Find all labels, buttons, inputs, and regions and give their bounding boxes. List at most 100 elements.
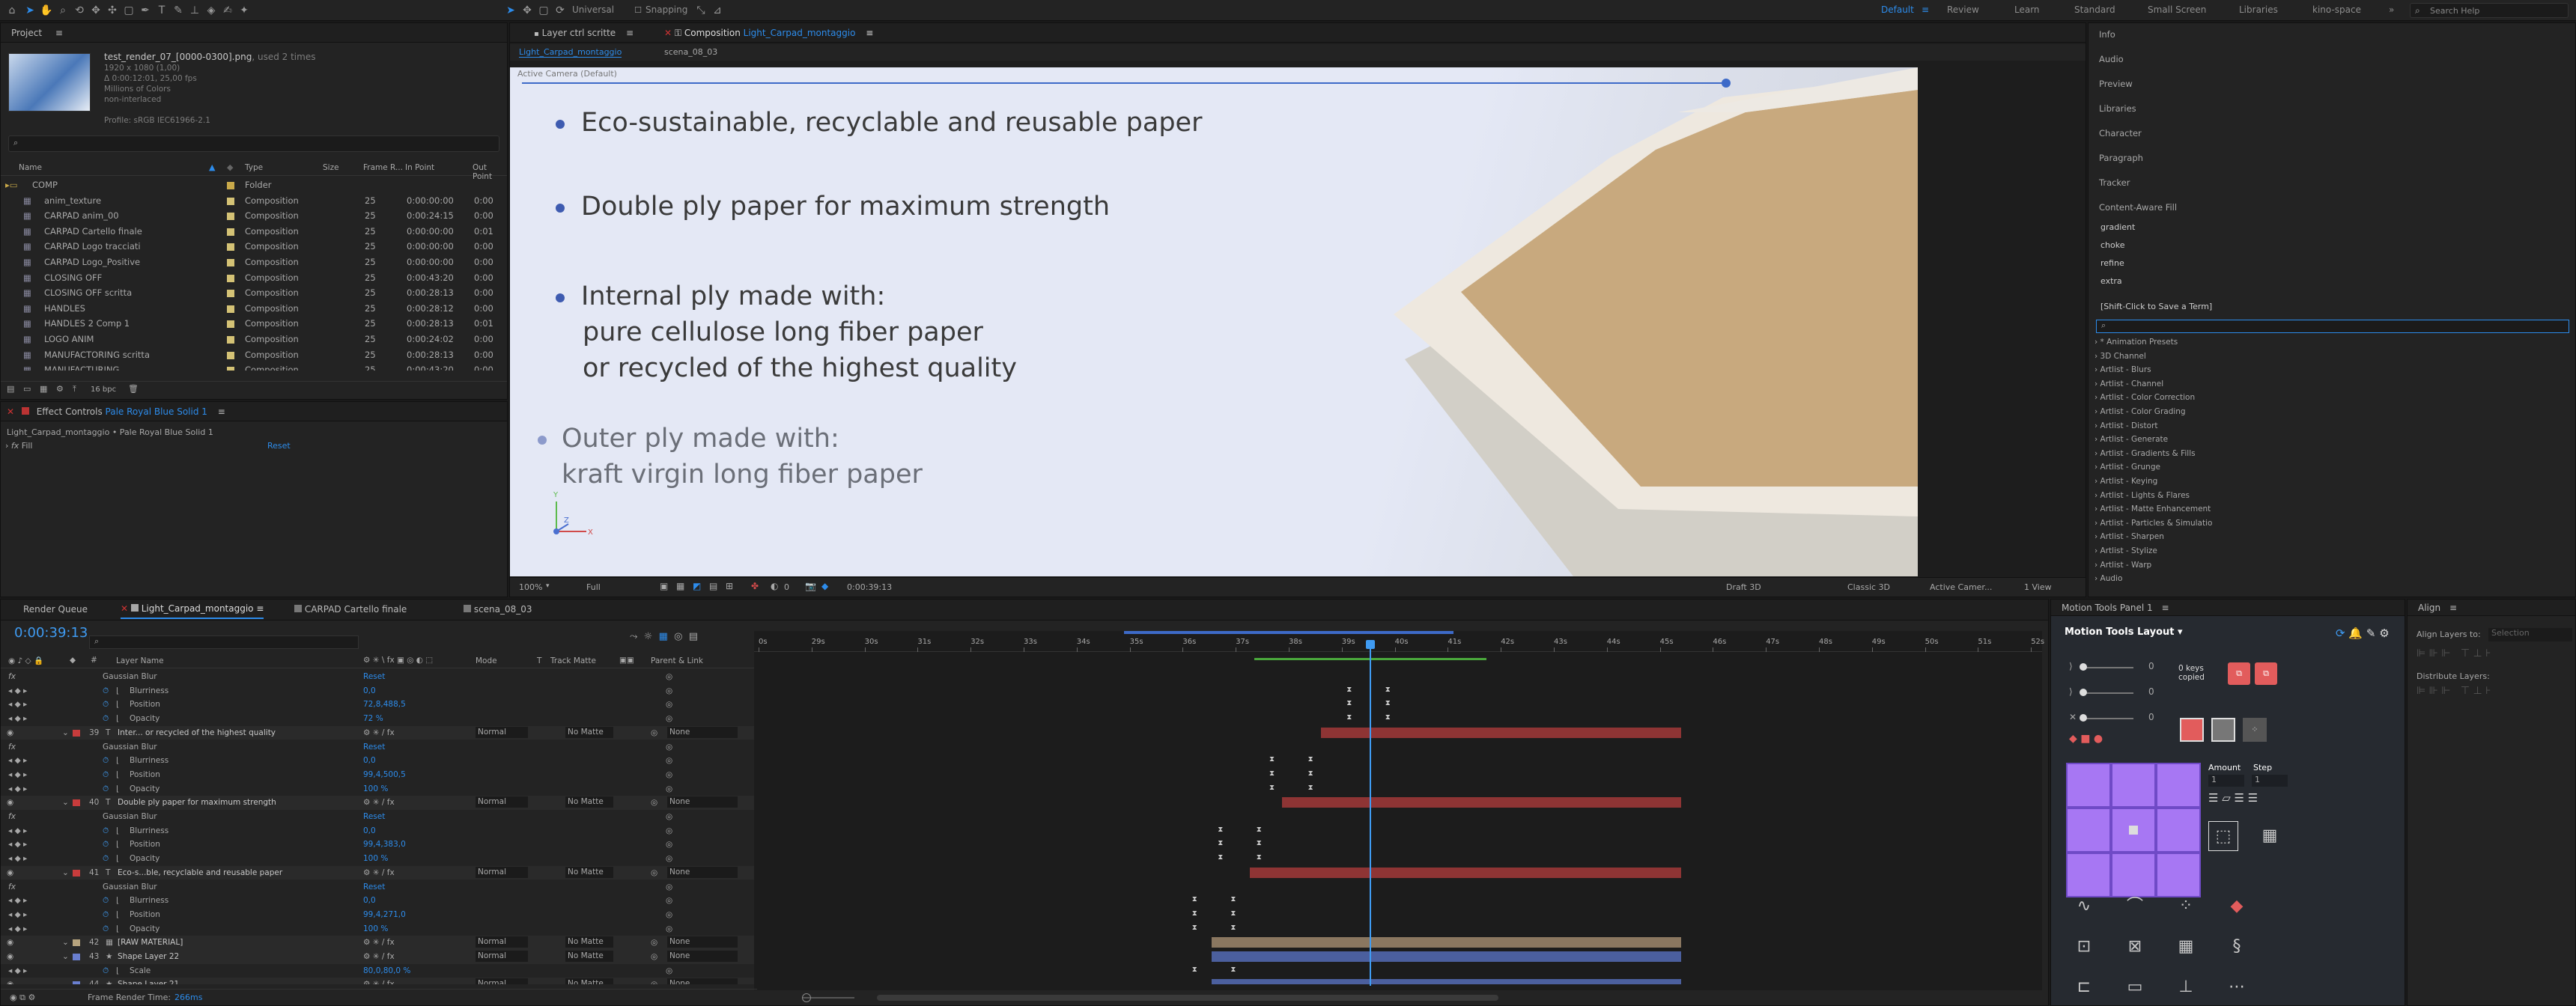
viewer-timecode[interactable]: 0:00:39:13 (847, 582, 892, 592)
bounce-icon[interactable]: ⌒ (2115, 891, 2154, 921)
workspace-default[interactable]: Default (1881, 4, 1914, 15)
work-area-bar[interactable] (1124, 631, 1453, 634)
layer-row[interactable]: ◉ ⌄ 44 ★ Shape Layer 21 ⚙ ✳ / fx Normal No Matt… (1, 978, 754, 984)
ease-out-slider[interactable] (2080, 689, 2087, 696)
pen-tool-icon[interactable]: ✒ (138, 3, 153, 18)
layer-color-label[interactable] (73, 981, 80, 984)
resolution-dropdown[interactable]: Full (586, 582, 601, 592)
frame-icon[interactable]: ▭ (2115, 972, 2154, 1002)
effect-category[interactable]: › Artlist - Warp (2094, 561, 2151, 570)
effect-category[interactable]: › * Animation Presets (2094, 338, 2178, 347)
keyframe-nav-icon[interactable]: ◂ ◆ ▸ (8, 922, 27, 936)
camera-tool-icon[interactable]: ✥ (88, 3, 103, 18)
tab-scena[interactable]: scena_08_03 (464, 600, 532, 619)
property-value[interactable]: 99,4,271,0 (363, 908, 406, 922)
distribute-buttons[interactable]: ⊫ ⊪ ⊩ ⊤ ⊥ ⊦ (2416, 685, 2491, 697)
graph-icon[interactable]: ⌊ (116, 922, 119, 936)
more-workspaces-icon[interactable]: » (2389, 4, 2394, 15)
nodes-icon[interactable]: ⁘ (2166, 891, 2205, 921)
rotate-tool-icon[interactable]: ⟲ (72, 3, 87, 18)
keyframe[interactable]: ⧗ (1230, 895, 1236, 903)
new-comp-icon[interactable]: ▦ (40, 384, 47, 394)
label-color[interactable] (227, 336, 234, 344)
anchor-grid-mr[interactable] (2156, 808, 2201, 853)
keyframe-nav-icon[interactable]: ◂ ◆ ▸ (8, 782, 27, 796)
project-item[interactable]: ▦ CARPAD anim_00 Composition 25 0:00:24:15 0:… (1, 208, 507, 224)
label-color[interactable] (227, 197, 234, 205)
eye-icon[interactable]: ◉ (7, 796, 13, 810)
layer-color-label[interactable] (73, 954, 80, 960)
effect-category[interactable]: › Artlist - Keying (2094, 477, 2157, 486)
layer-row[interactable]: ◉ ⌄ 39 T Inter... or recycled of the highest… (1, 725, 754, 740)
grid-icon[interactable]: ▦ (2166, 932, 2205, 962)
graph-icon[interactable]: ⌊ (116, 824, 119, 838)
keyframe[interactable]: ⧗ (1192, 966, 1197, 974)
panel-item[interactable]: Tracker (2099, 177, 2130, 188)
parent-dropdown[interactable]: None (667, 936, 738, 948)
eye-icon[interactable]: ◉ (7, 978, 13, 984)
bell-icon[interactable]: 🔔 (2348, 627, 2363, 640)
graph-icon[interactable]: ⌊ (116, 698, 119, 712)
label-color[interactable] (227, 290, 234, 298)
keyframe[interactable]: ⧗ (1308, 784, 1313, 792)
property-row[interactable]: ◂ ◆ ▸ ⏱ ⌊ Blurriness 0,0 ◎ (1, 824, 754, 838)
tab-layer[interactable]: ▪ Layer ctrl scritte ≡ (534, 23, 634, 44)
col-size[interactable]: Size (323, 163, 339, 172)
guides-icon[interactable]: ▤ (709, 581, 717, 591)
layer-switches[interactable]: ⚙ ✳ / fx (363, 950, 395, 964)
chevron-down-icon[interactable]: ⌄ (62, 978, 69, 984)
chevron-down-icon[interactable]: ⌄ (62, 796, 69, 810)
stopwatch-icon[interactable]: ⏱ (103, 824, 109, 838)
preset-item[interactable]: choke (2100, 240, 2125, 250)
expression-link-icon[interactable]: ◎ (666, 908, 672, 922)
layer-switches[interactable]: ⚙ ✳ / fx (363, 978, 395, 984)
ease-in-value[interactable]: 0 (2148, 661, 2154, 671)
workspace-learn[interactable]: Learn (2014, 4, 2040, 15)
reset-link[interactable]: Reset (363, 880, 385, 894)
expression-link-icon[interactable]: ◎ (666, 754, 672, 768)
paste-keys-button[interactable]: ⧉ (2255, 662, 2277, 685)
anchor-grid-bl[interactable] (2066, 853, 2111, 897)
property-value[interactable]: 99,4,500,5 (363, 768, 406, 782)
project-item[interactable]: ▦ CARPAD Logo_Positive Composition 25 0:00:0… (1, 254, 507, 270)
expression-link-icon[interactable]: ◎ (666, 782, 672, 796)
property-row[interactable]: fx Gaussian Blur Reset ◎ (1, 810, 754, 824)
exposure-icon[interactable]: ◐ (771, 581, 778, 591)
trim-icon[interactable]: ⊏ (2065, 972, 2103, 1002)
axis-gizmo-icon[interactable]: Y X Z (543, 487, 595, 539)
keyframe-nav-icon[interactable]: ◂ ◆ ▸ (8, 838, 27, 852)
fill-reset-link[interactable]: Reset (267, 441, 291, 451)
eye-icon[interactable]: ◉ (7, 950, 13, 964)
project-item[interactable]: ▦ LOGO ANIM Composition 25 0:00:24:02 0:00 (1, 332, 507, 347)
property-value[interactable]: 0,0 (363, 684, 376, 698)
project-item[interactable]: ▦ CLOSING OFF scritta Composition 25 0:00:28… (1, 285, 507, 301)
selection-tool-2-icon[interactable]: ➤ (503, 3, 518, 18)
label-color[interactable] (227, 351, 234, 359)
draft-3d-toggle[interactable]: Draft 3D (1726, 582, 1761, 592)
effect-category[interactable]: › 3D Channel (2094, 352, 2146, 361)
copy-keys-button[interactable]: ⧉ (2228, 662, 2250, 685)
property-row[interactable]: fx Gaussian Blur Reset ◎ (1, 740, 754, 754)
layer-name[interactable]: Shape Layer 22 (118, 950, 179, 964)
effect-category[interactable]: › Artlist - Blurs (2094, 365, 2151, 374)
expression-link-icon[interactable]: ◎ (666, 670, 672, 684)
keyframe-icons[interactable]: ◆ ■ ● (2069, 733, 2103, 745)
shy-icon[interactable]: ☼ (644, 631, 653, 642)
property-value[interactable]: 0,0 (363, 824, 376, 838)
hand-tool-icon[interactable]: ✋ (39, 3, 54, 18)
effect-category[interactable]: › Artlist - Sharpen (2094, 532, 2164, 541)
show-snapshot-icon[interactable]: ◆ (821, 581, 828, 591)
expression-link-icon[interactable]: ◎ (666, 964, 672, 978)
track-matte-dropdown[interactable]: No Matte (565, 796, 613, 808)
workspace-review[interactable]: Review (1947, 4, 1979, 15)
camera-dropdown[interactable]: Active Camer... (1930, 582, 1992, 592)
keyframe[interactable]: ⧗ (1218, 839, 1223, 847)
exposure-value[interactable]: 0 (784, 582, 789, 592)
timeline-scrollbar[interactable] (877, 995, 1498, 1001)
label-color[interactable] (227, 274, 234, 282)
col-parent[interactable]: Parent & Link (651, 656, 703, 665)
property-value[interactable]: 100 % (363, 922, 388, 936)
property-value[interactable]: 100 % (363, 782, 388, 796)
panel-menu-icon[interactable]: ≡ (55, 28, 63, 38)
home-icon[interactable]: ⌂ (4, 3, 19, 18)
